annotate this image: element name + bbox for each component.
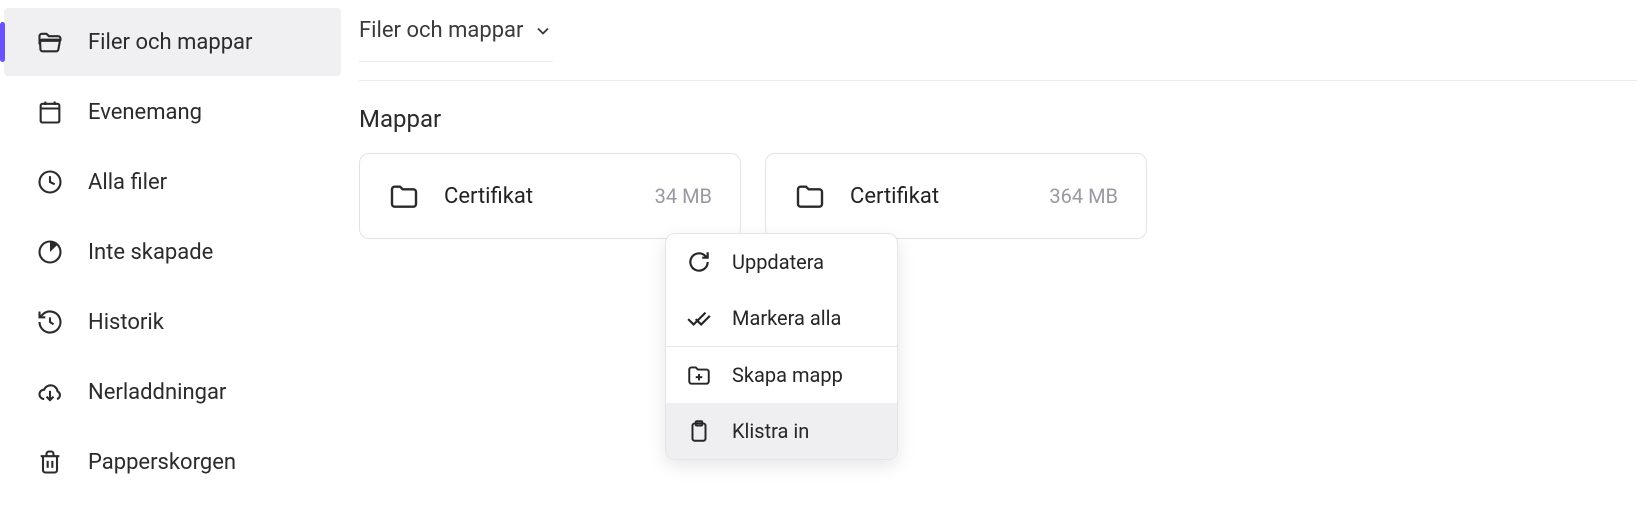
sidebar-item-label: Nerladdningar <box>88 380 226 405</box>
folder-icon <box>388 180 420 212</box>
folder-size: 34 MB <box>655 184 712 208</box>
sidebar-item-label: Evenemang <box>88 100 202 125</box>
history-icon <box>36 308 64 336</box>
sidebar-item-downloads[interactable]: Nerladdningar <box>4 358 341 426</box>
folder-plus-icon <box>686 362 712 388</box>
sidebar: Filer och mappar Evenemang Alla file <box>0 0 345 526</box>
sidebar-item-events[interactable]: Evenemang <box>4 78 341 146</box>
breadcrumb-label: Filer och mappar <box>359 18 523 43</box>
context-item-label: Uppdatera <box>732 250 824 274</box>
refresh-icon <box>686 249 712 275</box>
sidebar-item-label: Historik <box>88 310 164 335</box>
folder-open-icon <box>36 28 64 56</box>
context-item-paste[interactable]: Klistra in <box>666 403 897 459</box>
sidebar-item-trash[interactable]: Papperskorgen <box>4 428 341 496</box>
context-item-refresh[interactable]: Uppdatera <box>666 234 897 290</box>
context-item-label: Markera alla <box>732 306 841 330</box>
section-title: Mappar <box>359 105 1637 133</box>
check-all-icon <box>686 305 712 331</box>
sidebar-item-label: Papperskorgen <box>88 450 236 475</box>
context-item-select-all[interactable]: Markera alla <box>666 290 897 346</box>
context-item-label: Klistra in <box>732 419 809 443</box>
folders-row: Certifikat 34 MB Certifikat 364 MB <box>359 153 1637 239</box>
sidebar-item-all-files[interactable]: Alla filer <box>4 148 341 216</box>
sidebar-item-files-folders[interactable]: Filer och mappar <box>4 8 341 76</box>
folder-card[interactable]: Certifikat 364 MB <box>765 153 1147 239</box>
context-menu: Uppdatera Markera alla Skapa mapp <box>665 233 898 460</box>
clock-icon <box>36 168 64 196</box>
folder-name: Certifikat <box>444 184 655 209</box>
trash-icon <box>36 448 64 476</box>
breadcrumb-dropdown[interactable]: Filer och mappar <box>359 10 553 62</box>
sidebar-item-label: Alla filer <box>88 170 167 195</box>
clipboard-icon <box>686 418 712 444</box>
folder-icon <box>794 180 826 212</box>
sidebar-item-label: Filer och mappar <box>88 30 252 55</box>
sidebar-item-not-created[interactable]: Inte skapade <box>4 218 341 286</box>
chevron-down-icon <box>533 21 553 41</box>
sidebar-item-history[interactable]: Historik <box>4 288 341 356</box>
cloud-download-icon <box>36 378 64 406</box>
main-content: Filer och mappar Mappar Certifikat 34 MB <box>345 0 1651 526</box>
folder-card[interactable]: Certifikat 34 MB <box>359 153 741 239</box>
folder-name: Certifikat <box>850 184 1049 209</box>
context-item-create-folder[interactable]: Skapa mapp <box>666 347 897 403</box>
pie-icon <box>36 238 64 266</box>
calendar-icon <box>36 98 64 126</box>
folder-size: 364 MB <box>1049 184 1118 208</box>
sidebar-item-label: Inte skapade <box>88 240 213 265</box>
context-item-label: Skapa mapp <box>732 363 843 387</box>
